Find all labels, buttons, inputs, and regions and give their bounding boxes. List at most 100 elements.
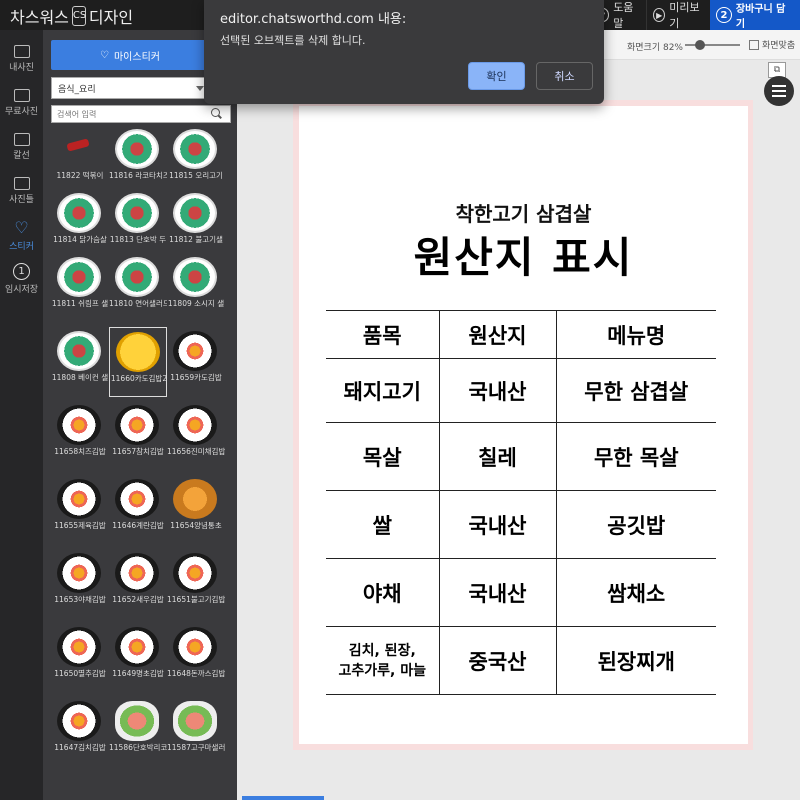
nav-item-2[interactable]: 칼선 [0, 126, 43, 168]
sticker-thumbnail [115, 627, 159, 667]
zoom-slider[interactable] [685, 44, 740, 46]
nav-item-label: 임시저장 [4, 285, 39, 295]
my-sticker-label: 마이스티커 [113, 51, 160, 63]
add-to-cart-button[interactable]: 2 장바구니 담기 [710, 0, 800, 30]
table-cell-item[interactable]: 쌀 [326, 490, 439, 559]
sticker-item[interactable]: 11586단호박리코 [109, 697, 167, 767]
sticker-caption: 11656진미채김밥 [167, 447, 225, 456]
sticker-thumbnail [57, 405, 101, 445]
sticker-thumbnail [115, 553, 159, 593]
poster-title[interactable]: 원산지 표시 [299, 224, 748, 285]
preview-button[interactable]: ▶ 미리보기 [646, 0, 710, 30]
search-icon[interactable] [211, 108, 220, 117]
sticker-item[interactable]: 11813 단호박 두 [109, 189, 167, 259]
zoom-slider-handle[interactable] [695, 40, 705, 50]
sticker-thumbnail [57, 129, 101, 169]
chevron-down-icon [196, 86, 204, 91]
sticker-item[interactable]: 11659카도김밥 [167, 327, 225, 397]
sticker-item[interactable]: 11654양념통초 [167, 475, 225, 545]
app-logo[interactable]: 차스워스 CS 디자인 [10, 4, 133, 28]
nav-item-4[interactable]: ♡ 스티커 [0, 214, 43, 256]
sticker-caption: 11652새우김밥 [112, 595, 164, 604]
table-row: 김치, 된장, 고추가루, 마늘 중국산 된장찌개 [326, 626, 716, 695]
sticker-thumbnail [173, 193, 217, 233]
table-cell-item[interactable]: 김치, 된장, 고추가루, 마늘 [326, 626, 439, 695]
table-cell-item[interactable]: 돼지고기 [326, 358, 439, 423]
sticker-item[interactable]: 11646계란김밥 [109, 475, 167, 545]
sticker-item[interactable]: 11656진미채김밥 [167, 401, 225, 471]
sticker-item[interactable]: 11658치즈김밥 [51, 401, 109, 471]
fit-to-screen-button[interactable]: 화면맞춤 [749, 38, 795, 51]
sticker-item[interactable]: 11822 떡볶이 [51, 125, 109, 195]
sticker-item[interactable]: 11587고구마샐러 [167, 697, 225, 767]
sticker-item[interactable]: 11650멸추김밥 [51, 623, 109, 693]
sticker-item[interactable]: 11649명초김밥 [109, 623, 167, 693]
table-cell-menu[interactable]: 메뉴명 [555, 310, 716, 359]
table-cell-item[interactable]: 품목 [326, 310, 439, 359]
poster-subtitle[interactable]: 착한고기 삼겹살 [299, 198, 748, 227]
sticker-item[interactable]: 11815 오리고기 [167, 125, 225, 195]
nav-item-0[interactable]: 내사진 [0, 38, 43, 80]
table-cell-origin[interactable]: 원산지 [438, 310, 556, 359]
table-cell-menu[interactable]: 공깃밥 [555, 490, 716, 559]
sticker-thumbnail [173, 479, 217, 519]
table-cell-origin[interactable]: 중국산 [438, 626, 556, 695]
sticker-item[interactable]: 11660카도김밥2 [109, 327, 167, 397]
sticker-item[interactable]: 11816 라코타치즈 [109, 125, 167, 195]
sticker-search-input[interactable] [51, 105, 231, 123]
left-nav: 내사진무료사진 칼선 사진틀 ♡ 스티커 1 임시저장 [0, 30, 43, 800]
table-cell-item[interactable]: 목살 [326, 422, 439, 491]
sticker-item[interactable]: 11653야채김밥 [51, 549, 109, 619]
layers-menu-icon[interactable] [764, 76, 794, 106]
table-cell-item[interactable]: 야채 [326, 558, 439, 627]
heart-icon: ♡ [14, 218, 29, 237]
frame-icon [13, 177, 30, 190]
sticker-thumbnail [57, 701, 101, 741]
table-cell-origin[interactable]: 국내산 [438, 558, 556, 627]
sticker-caption: 11648돈까스김밥 [167, 669, 225, 678]
play-icon: ▶ [653, 8, 666, 22]
add-to-cart-label: 장바구니 담기 [735, 4, 786, 30]
table-cell-origin[interactable]: 국내산 [438, 358, 556, 423]
sticker-item[interactable]: 11652새우김밥 [109, 549, 167, 619]
nav-item-3[interactable]: 사진틀 [0, 170, 43, 212]
sticker-item[interactable]: 11808 베이컨 샐 [51, 327, 109, 397]
sticker-caption: 11659카도김밥 [170, 373, 222, 382]
table-cell-menu[interactable]: 무한 삼겹살 [555, 358, 716, 423]
logo-mark: CS [71, 6, 86, 26]
cancel-button[interactable]: 취소 [536, 62, 593, 90]
photo-icon [13, 45, 30, 58]
sticker-thumbnail [115, 257, 159, 297]
sticker-item[interactable]: 11810 연어샐러드 [109, 253, 167, 323]
sticker-item[interactable]: 11647김치김밥 [51, 697, 109, 767]
nav-item-5[interactable]: 1 임시저장 [0, 258, 43, 300]
sticker-caption: 11647김치김밥 [54, 743, 106, 752]
sticker-item[interactable]: 11657참치김밥 [109, 401, 167, 471]
sticker-caption: 11651불고기김밥 [167, 595, 225, 604]
table-cell-menu[interactable]: 된장찌개 [555, 626, 716, 695]
nav-item-label: 내사진 [9, 63, 34, 73]
origin-table[interactable]: 품목 원산지 메뉴명 돼지고기 국내산 무한 삼겹살 목살 칠레 무한 목살 쌀 국내산 공깃밥 야채 국… [326, 310, 716, 695]
sticker-thumbnail [57, 479, 101, 519]
category-select[interactable]: 음식_요리 [51, 77, 211, 99]
sticker-caption: 11587고구마샐러 [167, 743, 225, 752]
confirm-button[interactable]: 확인 [468, 62, 525, 90]
sticker-item[interactable]: 11651불고기김밥 [167, 549, 225, 619]
table-cell-menu[interactable]: 무한 목살 [555, 422, 716, 491]
nav-item-1[interactable]: 무료사진 [0, 82, 43, 124]
table-cell-origin[interactable]: 칠레 [438, 422, 556, 491]
category-value: 음식_요리 [58, 85, 96, 95]
sticker-item[interactable]: 11648돈까스김밥 [167, 623, 225, 693]
sticker-item[interactable]: 11812 불고기샐 [167, 189, 225, 259]
sticker-item[interactable]: 11811 쉬림프 샐 [51, 253, 109, 323]
sticker-thumbnail [173, 331, 217, 371]
sticker-item[interactable]: 11814 닭가슴살 [51, 189, 109, 259]
sticker-item[interactable]: 11655제육김밥 [51, 475, 109, 545]
table-cell-origin[interactable]: 국내산 [438, 490, 556, 559]
table-cell-menu[interactable]: 쌈채소 [555, 558, 716, 627]
page-tab-indicator[interactable] [242, 796, 324, 800]
sticker-thumbnail [115, 701, 159, 741]
sticker-item[interactable]: 11809 소시지 샐 [167, 253, 225, 323]
my-sticker-button[interactable]: ♡ 마이스티커 [51, 40, 209, 70]
poster-canvas[interactable]: 착한고기 삼겹살 원산지 표시 품목 원산지 메뉴명 돼지고기 국내산 무한 삼겹살 목살 칠… [299, 106, 748, 744]
